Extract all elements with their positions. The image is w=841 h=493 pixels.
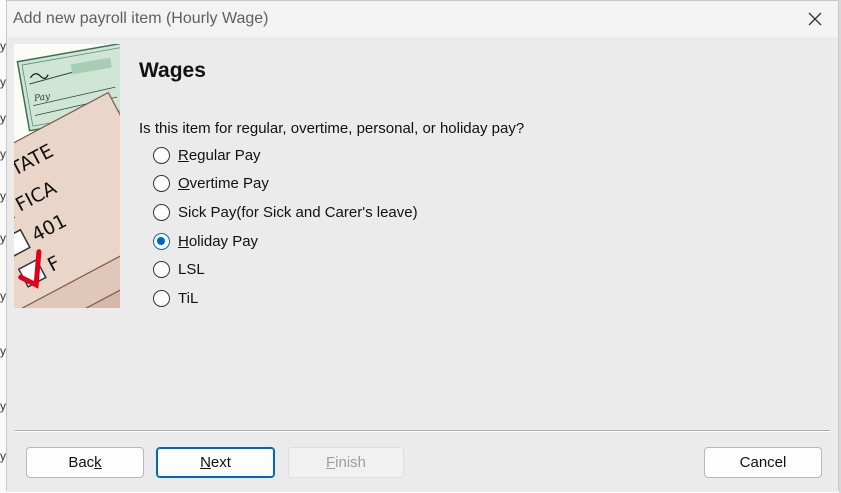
radio-til[interactable]: TiL [153,284,418,313]
payroll-forms-illustration: Pay STATE FICA 401 F [14,44,120,308]
button-separator [15,430,830,432]
radio-button[interactable] [153,203,170,221]
cancel-button[interactable]: Cancel [704,447,822,478]
radio-button[interactable] [153,175,170,193]
radio-button[interactable] [153,146,170,164]
back-button[interactable]: Bac k [26,447,144,478]
radio-label: TiL [178,289,199,307]
radio-sick-pay[interactable]: Sick Pay(for Sick and Carer's leave) [153,198,418,227]
close-button[interactable] [792,1,838,37]
radio-lsl[interactable]: LSL [153,255,418,284]
radio-button[interactable] [153,261,170,279]
radio-button[interactable] [153,289,170,307]
question-text: Is this item for regular, overtime, pers… [139,120,525,137]
radio-label: Sick Pay(for Sick and Carer's leave) [178,203,418,221]
radio-label: Holiday Pay [178,232,259,250]
next-label-rest: ext [210,454,231,471]
payroll-item-dialog: Add new payroll item (Hourly Wage) Pay S… [6,0,839,492]
next-mnemonic: N [200,454,211,471]
finish-button[interactable]: Finish [288,447,404,478]
next-button[interactable]: Next [156,447,275,478]
title-bar[interactable]: Add new payroll item (Hourly Wage) [7,1,838,37]
pay-type-radio-group: Regular Pay Overtime Pay Sick Pay(for Si… [153,141,418,313]
dialog-body: Pay STATE FICA 401 F Wages Is this item … [7,37,838,492]
finish-mnemonic: F [325,454,336,471]
radio-regular-pay[interactable]: Regular Pay [153,141,418,170]
radio-overtime-pay[interactable]: Overtime Pay [153,170,418,199]
finish-label-rest: inish [335,454,367,471]
radio-label: Regular Pay [178,146,261,164]
radio-holiday-pay[interactable]: Holiday Pay [153,227,418,256]
radio-button-selected[interactable] [153,232,170,250]
dialog-title: Add new payroll item (Hourly Wage) [13,10,269,27]
back-mnemonic: k [94,454,102,471]
radio-label: LSL [178,261,205,279]
close-icon [808,12,822,26]
back-label: Bac [68,454,95,471]
page-heading: Wages [139,59,206,82]
radio-label: Overtime Pay [178,175,269,193]
